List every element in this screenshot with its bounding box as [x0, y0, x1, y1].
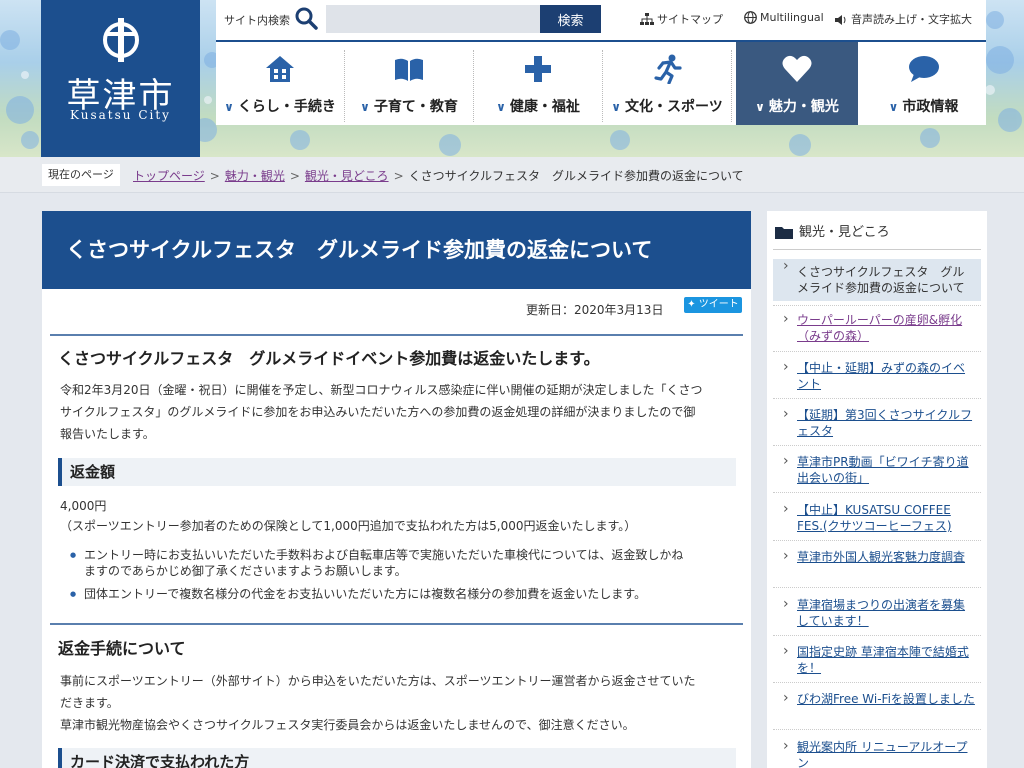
refund-amount: 4,000円	[60, 499, 107, 513]
sidebar-divider	[773, 587, 981, 588]
breadcrumb-link-tourism[interactable]: 魅力・観光	[225, 169, 285, 183]
multilingual-link[interactable]: Multilingual	[744, 11, 824, 24]
breadcrumb-separator: >	[289, 169, 300, 183]
sidebar-item[interactable]: ウーパールーパーの産卵&孵化（みずの森）	[773, 311, 981, 344]
search-button[interactable]: 検索	[540, 5, 601, 33]
nav-label: ∨ 健康・福祉	[496, 99, 580, 115]
speech-bubble-icon	[908, 56, 939, 82]
sidebar-divider	[773, 540, 981, 541]
sidebar-divider	[773, 351, 981, 352]
breadcrumb-link-top[interactable]: トップページ	[133, 169, 205, 183]
main-content: くさつサイクルフェスタ グルメライド参加費の返金について 更新日：2020年3月…	[42, 211, 751, 768]
speaker-icon	[835, 15, 846, 25]
house-icon	[266, 56, 294, 82]
multilingual-label: Multilingual	[760, 11, 824, 24]
sidebar-divider	[773, 305, 981, 306]
nav-label: ∨ 魅力・観光	[755, 99, 839, 115]
sidebar-item[interactable]: 【延期】第3回くさつサイクルフェスタ	[773, 406, 981, 439]
page-title: くさつサイクルフェスタ グルメライド参加費の返金について	[42, 211, 751, 289]
search-input[interactable]	[326, 5, 540, 33]
sidebar-divider	[773, 445, 981, 446]
procedure-heading: 返金手続について	[58, 639, 186, 658]
procedure-line-3: 草津市観光物産協会やくさつサイクルフェスタ実行委員会からは返金いたしませんので、…	[60, 718, 635, 732]
sidebar-heading: 観光・見どころ	[775, 221, 890, 240]
nav-label: ∨ 子育て・教育	[360, 99, 458, 115]
nav-item-culture[interactable]: ∨ 文化・スポーツ	[603, 42, 731, 125]
breadcrumb-separator: >	[393, 169, 404, 183]
accessibility-link[interactable]: 音声読み上げ・文字拡大	[834, 11, 972, 27]
book-icon	[395, 58, 423, 81]
nav-label: ∨ くらし・手続き	[224, 99, 336, 115]
refund-note: （スポーツエントリー参加者のための保険として1,000円追加で支払われた方は5,…	[60, 519, 637, 533]
sidebar-divider	[773, 398, 981, 399]
updated-date: 更新日：2020年3月13日	[526, 303, 664, 317]
breadcrumb: トップページ > 魅力・観光 > 観光・見どころ > くさつサイクルフェスタ グルメライド参…	[133, 167, 744, 184]
sidebar: 観光・見どころ くさつサイクルフェスタ グルメライド参加費の返金について ウーパ…	[767, 211, 987, 768]
section-divider	[50, 623, 743, 625]
nav-divider	[731, 50, 732, 122]
nav-item-city-info[interactable]: ∨ 市政情報	[861, 42, 986, 125]
search-label: サイト内検索	[224, 14, 290, 27]
sidebar-divider	[773, 492, 981, 493]
heart-icon	[782, 55, 812, 82]
utility-bar: サイト内検索 検索 サイトマップ Multilingual 音声読み上げ・文字拡…	[216, 0, 986, 40]
sidebar-divider	[773, 729, 981, 730]
nav-item-health[interactable]: ∨ 健康・福祉	[474, 42, 602, 125]
procedure-line-1: 事前にスポーツエントリー（外部サイト）から申込をいただいた方は、スポーツエントリ…	[60, 674, 696, 688]
twitter-icon: ✦	[687, 299, 699, 310]
procedure-line-2: だきます。	[60, 696, 119, 710]
sidebar-item-current[interactable]: くさつサイクルフェスタ グルメライド参加費の返金について	[773, 258, 981, 301]
logo-roman: Kusatsu City	[70, 108, 171, 122]
sidebar-item[interactable]: 草津市外国人観光客魅力度調査	[773, 548, 981, 565]
nav-item-tourism[interactable]: ∨ 魅力・観光	[736, 42, 858, 125]
sidebar-item[interactable]: びわ湖Free Wi-Fiを設置しました	[773, 690, 981, 707]
sidebar-item[interactable]: 観光案内所 リニューアルオープン	[773, 738, 981, 768]
section-divider	[50, 334, 743, 336]
search-icon	[295, 7, 318, 30]
plus-icon	[525, 56, 551, 82]
sitemap-icon	[640, 13, 654, 25]
sitemap-link[interactable]: サイトマップ	[640, 11, 723, 27]
sidebar-item[interactable]: 草津市PR動画「ビワイチ寄り道出会いの街」	[773, 453, 981, 486]
card-payment-heading: カード決済で支払われた方	[58, 748, 736, 768]
sitemap-label: サイトマップ	[657, 13, 723, 26]
breadcrumb-link-sightseeing[interactable]: 観光・見どころ	[305, 169, 389, 183]
accessibility-label: 音声読み上げ・文字拡大	[851, 13, 972, 26]
list-item: エントリー時にお支払いいただいた手数料および自転車店等で実施いただいた車検代につ…	[70, 547, 730, 579]
global-navigation: ∨ くらし・手続き ∨ 子育て・教育 ∨ 健康・福祉 ∨ 文化・スポーツ ∨ 魅力・観光 …	[216, 40, 986, 125]
sidebar-item[interactable]: 草津宿場まつりの出演者を募集しています！	[773, 596, 981, 629]
globe-icon	[744, 11, 757, 24]
sidebar-divider	[773, 249, 981, 250]
sidebar-item[interactable]: 【中止】KUSATSU COFFEE FES.(クサツコーヒーフェス)	[773, 501, 981, 534]
sidebar-item[interactable]: 【中止・延期】みずの森のイベント	[773, 359, 981, 392]
intro-line-2: サイクルフェスタ」のグルメライドに参加をお申込みいただいた方への参加費の返金処理…	[60, 405, 696, 419]
nav-label: ∨ 市政情報	[888, 99, 959, 115]
article-heading: くさつサイクルフェスタ グルメライドイベント参加費は返金いたします。	[58, 349, 600, 368]
intro-line-3: 報告いたします。	[60, 427, 155, 441]
tweet-button[interactable]: ✦ ツイート	[684, 297, 742, 313]
breadcrumb-current: くさつサイクルフェスタ グルメライド参加費の返金について	[408, 169, 744, 183]
sidebar-item[interactable]: 国指定史跡 草津宿本陣で結婚式を！	[773, 643, 981, 676]
intro-line-1: 令和2年3月20日（金曜・祝日）に開催を予定し、新型コロナウィルス感染症に伴い開…	[60, 383, 703, 397]
folder-icon	[775, 227, 793, 239]
tweet-label: ツイート	[698, 299, 739, 310]
breadcrumb-here-label: 現在のページ	[42, 164, 120, 186]
site-logo[interactable]: 草津市 Kusatsu City	[41, 0, 200, 157]
refund-heading: 返金額	[58, 458, 736, 486]
nav-label: ∨ 文化・スポーツ	[611, 99, 723, 115]
list-item: 団体エントリーで複数名様分の代金をお支払いいただいた方には複数名様分の参加費を返…	[70, 586, 730, 602]
nav-item-childcare[interactable]: ∨ 子育て・教育	[345, 42, 473, 125]
runner-icon	[654, 54, 682, 84]
sidebar-divider	[773, 682, 981, 683]
sidebar-divider	[773, 635, 981, 636]
city-emblem-icon	[103, 18, 139, 62]
nav-item-living[interactable]: ∨ くらし・手続き	[216, 42, 344, 125]
breadcrumb-separator: >	[209, 169, 220, 183]
site-header: 草津市 Kusatsu City サイト内検索 検索 サイトマップ Multil…	[0, 0, 1024, 157]
